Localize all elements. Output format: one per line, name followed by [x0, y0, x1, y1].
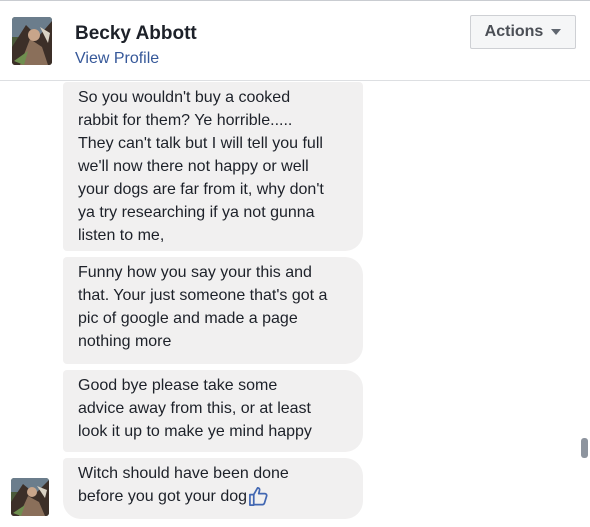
- conversation-header: Becky Abbott View Profile Actions: [0, 1, 590, 81]
- message-line: before you got your dog: [78, 488, 248, 505]
- message-line: Funny how you say your this and: [78, 264, 312, 281]
- message-bubble[interactable]: Good bye please take some advice away fr…: [63, 370, 363, 452]
- message-line: nothing more: [78, 333, 172, 350]
- message-line: pic of google and made a page: [78, 310, 298, 327]
- message-line-with-icon: before you got your dog: [78, 485, 271, 508]
- contact-avatar[interactable]: [12, 17, 52, 65]
- message-bubble[interactable]: Funny how you say your this and that. Yo…: [63, 257, 363, 364]
- message-bubble[interactable]: Witch should have been done before you g…: [63, 458, 363, 519]
- message-bubble[interactable]: So you wouldn't buy a cooked rabbit for …: [63, 82, 363, 251]
- message-line: look it up to make ye mind happy: [78, 423, 312, 440]
- message-line: advice away from this, or at least: [78, 400, 311, 417]
- sender-avatar[interactable]: [11, 478, 49, 516]
- message-line: ya try researching if ya not gunna: [78, 204, 315, 221]
- contact-name[interactable]: Becky Abbott: [75, 23, 197, 45]
- scrollbar-thumb[interactable]: [581, 438, 588, 458]
- view-profile-link[interactable]: View Profile: [75, 50, 159, 68]
- message-line: rabbit for them? Ye horrible.....: [78, 112, 293, 129]
- message-line: listen to me,: [78, 227, 165, 244]
- message-line: your dogs are far from it, why don't: [78, 181, 324, 198]
- caret-down-icon: [551, 29, 562, 35]
- message-line: Good bye please take some: [78, 377, 278, 394]
- message-line: that. Your just someone that's got a: [78, 287, 328, 304]
- actions-button[interactable]: Actions: [470, 15, 576, 49]
- message-line: They can't talk but I will tell you full: [78, 135, 323, 152]
- message-line: So you wouldn't buy a cooked: [78, 89, 291, 106]
- message-line: Witch should have been done: [78, 465, 289, 482]
- thumbs-up-icon: [248, 485, 271, 508]
- message-line: we'll now there not happy or well: [78, 158, 309, 175]
- actions-button-label: Actions: [484, 23, 544, 40]
